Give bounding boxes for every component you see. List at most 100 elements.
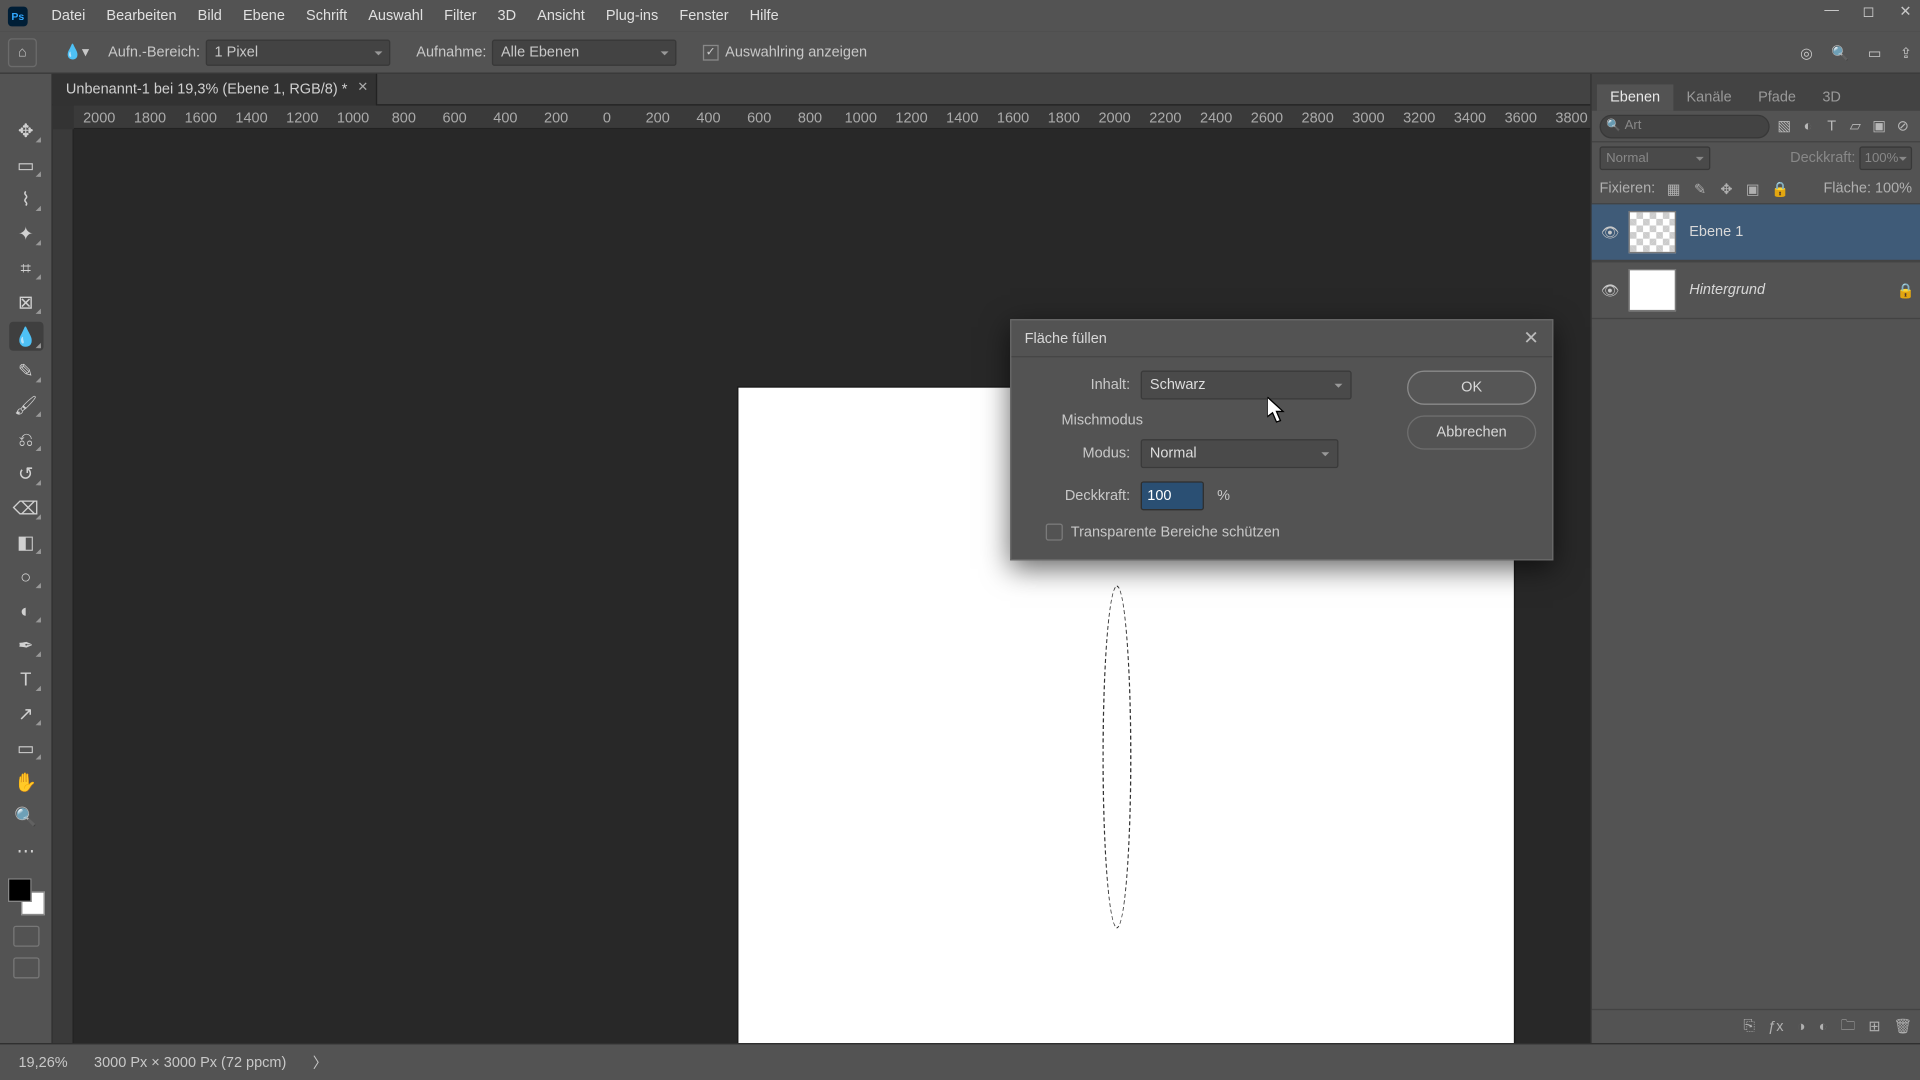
content-label: Inhalt:: [1027, 377, 1130, 393]
lock-artboard-icon[interactable]: ▣: [1745, 180, 1761, 197]
layer-name[interactable]: Ebene 1: [1689, 224, 1920, 240]
move-tool-icon[interactable]: ✥: [9, 116, 43, 145]
link-layers-icon[interactable]: ⎘: [1743, 1018, 1755, 1035]
document-info[interactable]: 3000 Px × 3000 Px (72 ppcm): [94, 1054, 286, 1070]
visibility-icon[interactable]: 👁: [1592, 282, 1629, 299]
mask-icon[interactable]: ◑: [1797, 1019, 1806, 1035]
new-layer-icon[interactable]: ⊞: [1868, 1018, 1880, 1035]
workspace-icon[interactable]: ▭: [1868, 44, 1882, 61]
marquee-tool-icon[interactable]: ▭: [9, 150, 43, 179]
more-tools-icon[interactable]: ⋯: [9, 836, 43, 865]
hand-tool-icon[interactable]: ✋: [9, 767, 43, 796]
delete-layer-icon[interactable]: 🗑: [1894, 1018, 1912, 1035]
status-bar: 19,26% 3000 Px × 3000 Px (72 ppcm) 〉: [0, 1043, 1920, 1080]
cloud-search-icon[interactable]: ◎: [1800, 44, 1813, 61]
zoom-tool-icon[interactable]: 🔍: [9, 802, 43, 831]
mode-dropdown[interactable]: Normal: [1141, 439, 1339, 468]
stamp-tool-icon[interactable]: ⎌: [9, 425, 43, 454]
document-tab[interactable]: Unbenannt-1 bei 19,3% (Ebene 1, RGB/8) *…: [53, 74, 378, 106]
layer-row[interactable]: 👁 Ebene 1: [1592, 203, 1920, 261]
menu-plugins[interactable]: Plug-ins: [595, 0, 669, 32]
layer-row[interactable]: 👁 Hintergrund 🔒: [1592, 261, 1920, 319]
dialog-titlebar[interactable]: Fläche füllen ✕: [1011, 320, 1552, 357]
lock-all-icon[interactable]: 🔒: [1771, 180, 1787, 197]
filter-smart-icon[interactable]: ▣: [1870, 117, 1888, 134]
search-icon[interactable]: 🔍: [1831, 44, 1849, 61]
path-tool-icon[interactable]: ↗: [9, 699, 43, 728]
lasso-tool-icon[interactable]: ⌇: [9, 185, 43, 214]
current-tool-icon[interactable]: 💧▾: [58, 44, 95, 61]
fill-value[interactable]: 100%: [1875, 181, 1912, 197]
lock-transparent-icon[interactable]: ▦: [1666, 180, 1682, 197]
layer-thumbnail[interactable]: [1629, 269, 1676, 311]
adjustment-icon[interactable]: ◐: [1819, 1019, 1828, 1035]
type-tool-icon[interactable]: T: [9, 665, 43, 694]
visibility-icon[interactable]: 👁: [1592, 224, 1629, 241]
menu-3d[interactable]: 3D: [487, 0, 527, 32]
fill-dialog: Fläche füllen ✕ OK Abbrechen Inhalt: Sch…: [1010, 319, 1553, 560]
minimize-icon[interactable]: —: [1822, 3, 1840, 20]
fx-icon[interactable]: ƒx: [1768, 1019, 1783, 1035]
menu-bearbeiten[interactable]: Bearbeiten: [96, 0, 187, 32]
tab-pfade[interactable]: Pfade: [1745, 84, 1809, 110]
frame-tool-icon[interactable]: ⊠: [9, 287, 43, 316]
show-selection-checkbox[interactable]: ✓: [703, 44, 719, 60]
menu-bild[interactable]: Bild: [187, 0, 232, 32]
close-tab-icon[interactable]: ✕: [357, 80, 368, 95]
filter-shape-icon[interactable]: ▱: [1846, 117, 1864, 134]
crop-tool-icon[interactable]: ⌗: [9, 253, 43, 282]
eyedropper-tool-icon[interactable]: 💧: [9, 322, 43, 351]
menu-fenster[interactable]: Fenster: [669, 0, 739, 32]
menu-auswahl[interactable]: Auswahl: [358, 0, 434, 32]
filter-image-icon[interactable]: ▧: [1775, 117, 1793, 134]
menu-filter[interactable]: Filter: [434, 0, 487, 32]
dodge-tool-icon[interactable]: ◐: [9, 596, 43, 625]
shape-tool-icon[interactable]: ▭: [9, 733, 43, 762]
share-icon[interactable]: ⇪: [1900, 44, 1912, 61]
lock-position-icon[interactable]: ✥: [1718, 180, 1734, 197]
lock-paint-icon[interactable]: ✎: [1692, 180, 1708, 197]
canvas-area[interactable]: [74, 129, 1643, 1043]
pen-tool-icon[interactable]: ✒: [9, 630, 43, 659]
brush-tool-icon[interactable]: 🖌: [9, 390, 43, 419]
layer-name[interactable]: Hintergrund: [1689, 282, 1891, 298]
quickmask-icon[interactable]: [13, 926, 39, 947]
color-swatch[interactable]: [7, 878, 44, 915]
heal-tool-icon[interactable]: ✎: [9, 356, 43, 385]
sample-dropdown[interactable]: Alle Ebenen: [492, 39, 677, 65]
menu-ebene[interactable]: Ebene: [232, 0, 295, 32]
cancel-button[interactable]: Abbrechen: [1407, 415, 1536, 449]
close-icon[interactable]: ✕: [1523, 327, 1538, 349]
blend-mode-dropdown[interactable]: Normal: [1600, 146, 1711, 170]
protect-transparent-checkbox[interactable]: [1046, 524, 1063, 541]
tab-3d[interactable]: 3D: [1809, 84, 1854, 110]
group-icon[interactable]: 🗀: [1841, 1014, 1856, 1039]
home-icon[interactable]: ⌂: [8, 38, 37, 67]
menu-schrift[interactable]: Schrift: [295, 0, 357, 32]
menu-ansicht[interactable]: Ansicht: [527, 0, 596, 32]
tab-kanaele[interactable]: Kanäle: [1673, 84, 1745, 110]
wand-tool-icon[interactable]: ✦: [9, 219, 43, 248]
opacity-value[interactable]: 100%: [1859, 146, 1912, 170]
menu-hilfe[interactable]: Hilfe: [739, 0, 789, 32]
range-dropdown[interactable]: 1 Pixel: [205, 39, 390, 65]
menu-datei[interactable]: Datei: [41, 0, 96, 32]
layer-thumbnail[interactable]: [1629, 211, 1676, 253]
status-menu-icon[interactable]: 〉: [313, 1052, 328, 1073]
zoom-level[interactable]: 19,26%: [18, 1054, 67, 1070]
opacity-input[interactable]: 100: [1141, 481, 1204, 510]
ok-button[interactable]: OK: [1407, 371, 1536, 405]
filter-adjust-icon[interactable]: ◐: [1799, 118, 1817, 134]
gradient-tool-icon[interactable]: ◧: [9, 527, 43, 556]
tab-ebenen[interactable]: Ebenen: [1597, 84, 1673, 110]
filter-type-icon[interactable]: T: [1822, 118, 1840, 134]
blur-tool-icon[interactable]: ○: [9, 562, 43, 591]
close-window-icon[interactable]: ✕: [1896, 3, 1914, 20]
filter-toggle-icon[interactable]: ⊘: [1894, 117, 1912, 134]
eraser-tool-icon[interactable]: ⌫: [9, 493, 43, 522]
layer-filter-input[interactable]: Art: [1600, 114, 1770, 138]
maximize-icon[interactable]: ◻: [1859, 3, 1877, 20]
history-brush-tool-icon[interactable]: ↺: [9, 459, 43, 488]
content-dropdown[interactable]: Schwarz: [1141, 371, 1352, 400]
screenmode-icon[interactable]: [13, 957, 39, 978]
